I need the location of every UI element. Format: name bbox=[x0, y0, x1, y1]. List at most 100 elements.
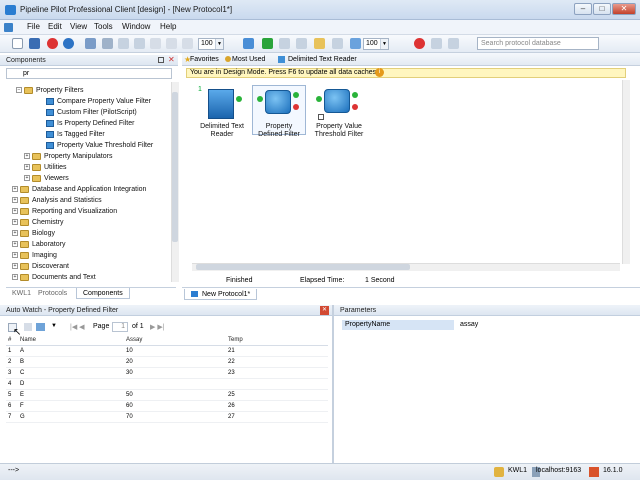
collapse-icon[interactable]: − bbox=[16, 87, 22, 94]
table-row[interactable]: 1 A 10 21 bbox=[6, 346, 328, 357]
debug-icon[interactable] bbox=[332, 38, 343, 49]
tree-item-chemistry[interactable]: + Chemistry bbox=[12, 217, 64, 228]
component-node-delimited-text-reader[interactable]: 1 Delimited Text Reader bbox=[196, 86, 250, 138]
expand-icon[interactable]: + bbox=[12, 219, 18, 226]
col-name-header[interactable]: Name bbox=[20, 337, 36, 343]
expand-icon[interactable]: + bbox=[12, 230, 18, 237]
menu-view[interactable]: View bbox=[70, 22, 87, 31]
tree-item-discoverant[interactable]: + Discoverant bbox=[12, 261, 69, 272]
tree-item-reporting-visualization[interactable]: + Reporting and Visualization bbox=[12, 206, 117, 217]
cut-icon[interactable] bbox=[102, 38, 113, 49]
copy-icon[interactable] bbox=[118, 38, 129, 49]
tree-item-analysis-statistics[interactable]: + Analysis and Statistics bbox=[12, 195, 102, 206]
expand-icon[interactable]: + bbox=[12, 263, 18, 270]
globe-icon[interactable] bbox=[414, 38, 425, 49]
canvas-vscroll[interactable] bbox=[622, 80, 630, 264]
tree-item-database-integration[interactable]: + Database and Application Integration bbox=[12, 184, 146, 195]
table-row[interactable]: 4D bbox=[6, 379, 328, 390]
expand-icon[interactable]: + bbox=[12, 197, 18, 204]
component-filter-input[interactable]: pr bbox=[6, 68, 172, 79]
tree-item-property-manipulators[interactable]: + Property Manipulators bbox=[24, 151, 112, 162]
view-dropdown-icon[interactable]: ▼ bbox=[51, 323, 57, 329]
expand-icon[interactable]: + bbox=[12, 241, 18, 248]
col-assay-header[interactable]: Assay bbox=[126, 337, 142, 343]
forward-icon[interactable] bbox=[448, 38, 459, 49]
table-row[interactable]: 7 G 70 27 bbox=[6, 412, 328, 423]
undo-icon[interactable] bbox=[85, 38, 96, 49]
minimize-button[interactable]: – bbox=[574, 3, 592, 15]
close-panel-icon[interactable]: ✕ bbox=[168, 55, 175, 64]
delete-icon[interactable] bbox=[150, 38, 161, 49]
close-panel-icon[interactable]: ✕ bbox=[320, 306, 329, 315]
tree-item-viewers[interactable]: + Viewers bbox=[24, 173, 69, 184]
tree-item-biology[interactable]: + Biology bbox=[12, 228, 55, 239]
tree-item-documents-text[interactable]: + Documents and Text bbox=[12, 272, 96, 283]
menu-help[interactable]: Help bbox=[160, 22, 176, 31]
tree-item-imaging[interactable]: + Imaging bbox=[12, 250, 57, 261]
tree-item-compare-property-value-filter[interactable]: Compare Property Value Filter bbox=[46, 96, 151, 107]
pause-icon[interactable] bbox=[279, 38, 290, 49]
find-icon[interactable] bbox=[182, 38, 193, 49]
tree-item-utilities[interactable]: + Utilities bbox=[24, 162, 67, 173]
col-temp-header[interactable]: Temp bbox=[228, 337, 243, 343]
save-icon[interactable] bbox=[29, 38, 40, 49]
maximize-button[interactable]: □ bbox=[593, 3, 611, 15]
prev-page-icon[interactable]: |◀ ◀ bbox=[70, 323, 85, 331]
tree-scroll-thumb[interactable] bbox=[172, 92, 178, 242]
menu-window[interactable]: Window bbox=[122, 22, 150, 31]
back-icon[interactable] bbox=[431, 38, 442, 49]
zoom-combo-2[interactable]: 100 ▼ bbox=[363, 38, 389, 50]
new-icon[interactable] bbox=[12, 38, 23, 49]
expand-icon[interactable]: + bbox=[12, 252, 18, 259]
close-button[interactable]: ✕ bbox=[612, 3, 636, 15]
tab-components[interactable]: Components bbox=[76, 288, 130, 299]
expand-icon[interactable]: + bbox=[24, 153, 30, 160]
inspect-icon[interactable] bbox=[350, 38, 361, 49]
table-row[interactable]: 6 F 60 26 bbox=[6, 401, 328, 412]
paste-icon[interactable] bbox=[134, 38, 145, 49]
run-icon[interactable] bbox=[262, 38, 273, 49]
redo-icon[interactable] bbox=[166, 38, 177, 49]
next-page-icon[interactable]: ▶ ▶| bbox=[150, 323, 165, 331]
fit-view-icon[interactable] bbox=[243, 38, 254, 49]
table-row[interactable]: 2 B 20 22 bbox=[6, 357, 328, 368]
expand-icon[interactable]: + bbox=[12, 186, 18, 193]
grid-view-icon[interactable] bbox=[36, 323, 45, 331]
tree-item-is-property-defined-filter[interactable]: Is Property Defined Filter bbox=[46, 118, 134, 129]
protocol-canvas[interactable]: 1 Delimited Text Reader Property Defined… bbox=[182, 80, 622, 262]
search-protocol-input[interactable]: Search protocol database bbox=[477, 37, 599, 50]
tab-delimited-text-reader[interactable]: Delimited Text Reader bbox=[282, 54, 363, 65]
menu-tools[interactable]: Tools bbox=[94, 22, 113, 31]
tree-item-custom-filter[interactable]: Custom Filter (PilotScript) bbox=[46, 107, 137, 118]
menu-file[interactable]: File bbox=[27, 22, 40, 31]
expand-icon[interactable]: + bbox=[24, 164, 30, 171]
parameter-row[interactable]: PropertyName assay bbox=[342, 320, 632, 330]
help-icon[interactable] bbox=[63, 38, 74, 49]
tree-item-is-tagged-filter[interactable]: Is Tagged Filter bbox=[46, 129, 105, 140]
expand-icon[interactable]: + bbox=[12, 208, 18, 215]
stop-run-icon[interactable] bbox=[296, 38, 307, 49]
parameter-value[interactable]: assay bbox=[458, 320, 632, 330]
expand-icon[interactable]: + bbox=[12, 274, 18, 281]
zoom-combo-1[interactable]: 100 ▼ bbox=[198, 38, 224, 50]
panel-divider[interactable] bbox=[332, 305, 334, 463]
table-row[interactable]: 3 C 30 23 bbox=[6, 368, 328, 379]
pin-icon[interactable] bbox=[158, 57, 164, 63]
tab-favorites[interactable]: Favorites bbox=[184, 54, 225, 65]
folder-icon[interactable] bbox=[314, 38, 325, 49]
expand-icon[interactable]: + bbox=[24, 175, 30, 182]
tab-new-protocol1[interactable]: New Protocol1* bbox=[184, 289, 258, 300]
component-node-property-defined-filter[interactable]: Property Defined Filter bbox=[252, 85, 306, 138]
tab-most-used[interactable]: Most Used bbox=[226, 54, 271, 65]
tree-item-property-filters[interactable]: − Property Filters bbox=[16, 85, 83, 96]
tree-item-laboratory[interactable]: + Laboratory bbox=[12, 239, 65, 250]
first-page-icon[interactable] bbox=[24, 323, 32, 331]
table-row[interactable]: 5 E 50 25 bbox=[6, 390, 328, 401]
stop-icon[interactable] bbox=[47, 38, 58, 49]
canvas-hscroll-thumb[interactable] bbox=[196, 264, 410, 270]
page-input[interactable]: 1 bbox=[112, 322, 128, 332]
component-node-property-value-threshold-filter[interactable]: Property Value Threshold Filter bbox=[312, 86, 366, 138]
tree-item-property-value-threshold-filter[interactable]: Property Value Threshold Filter bbox=[46, 140, 153, 151]
tab-protocols[interactable]: Protocols bbox=[32, 288, 73, 299]
menu-edit[interactable]: Edit bbox=[48, 22, 62, 31]
